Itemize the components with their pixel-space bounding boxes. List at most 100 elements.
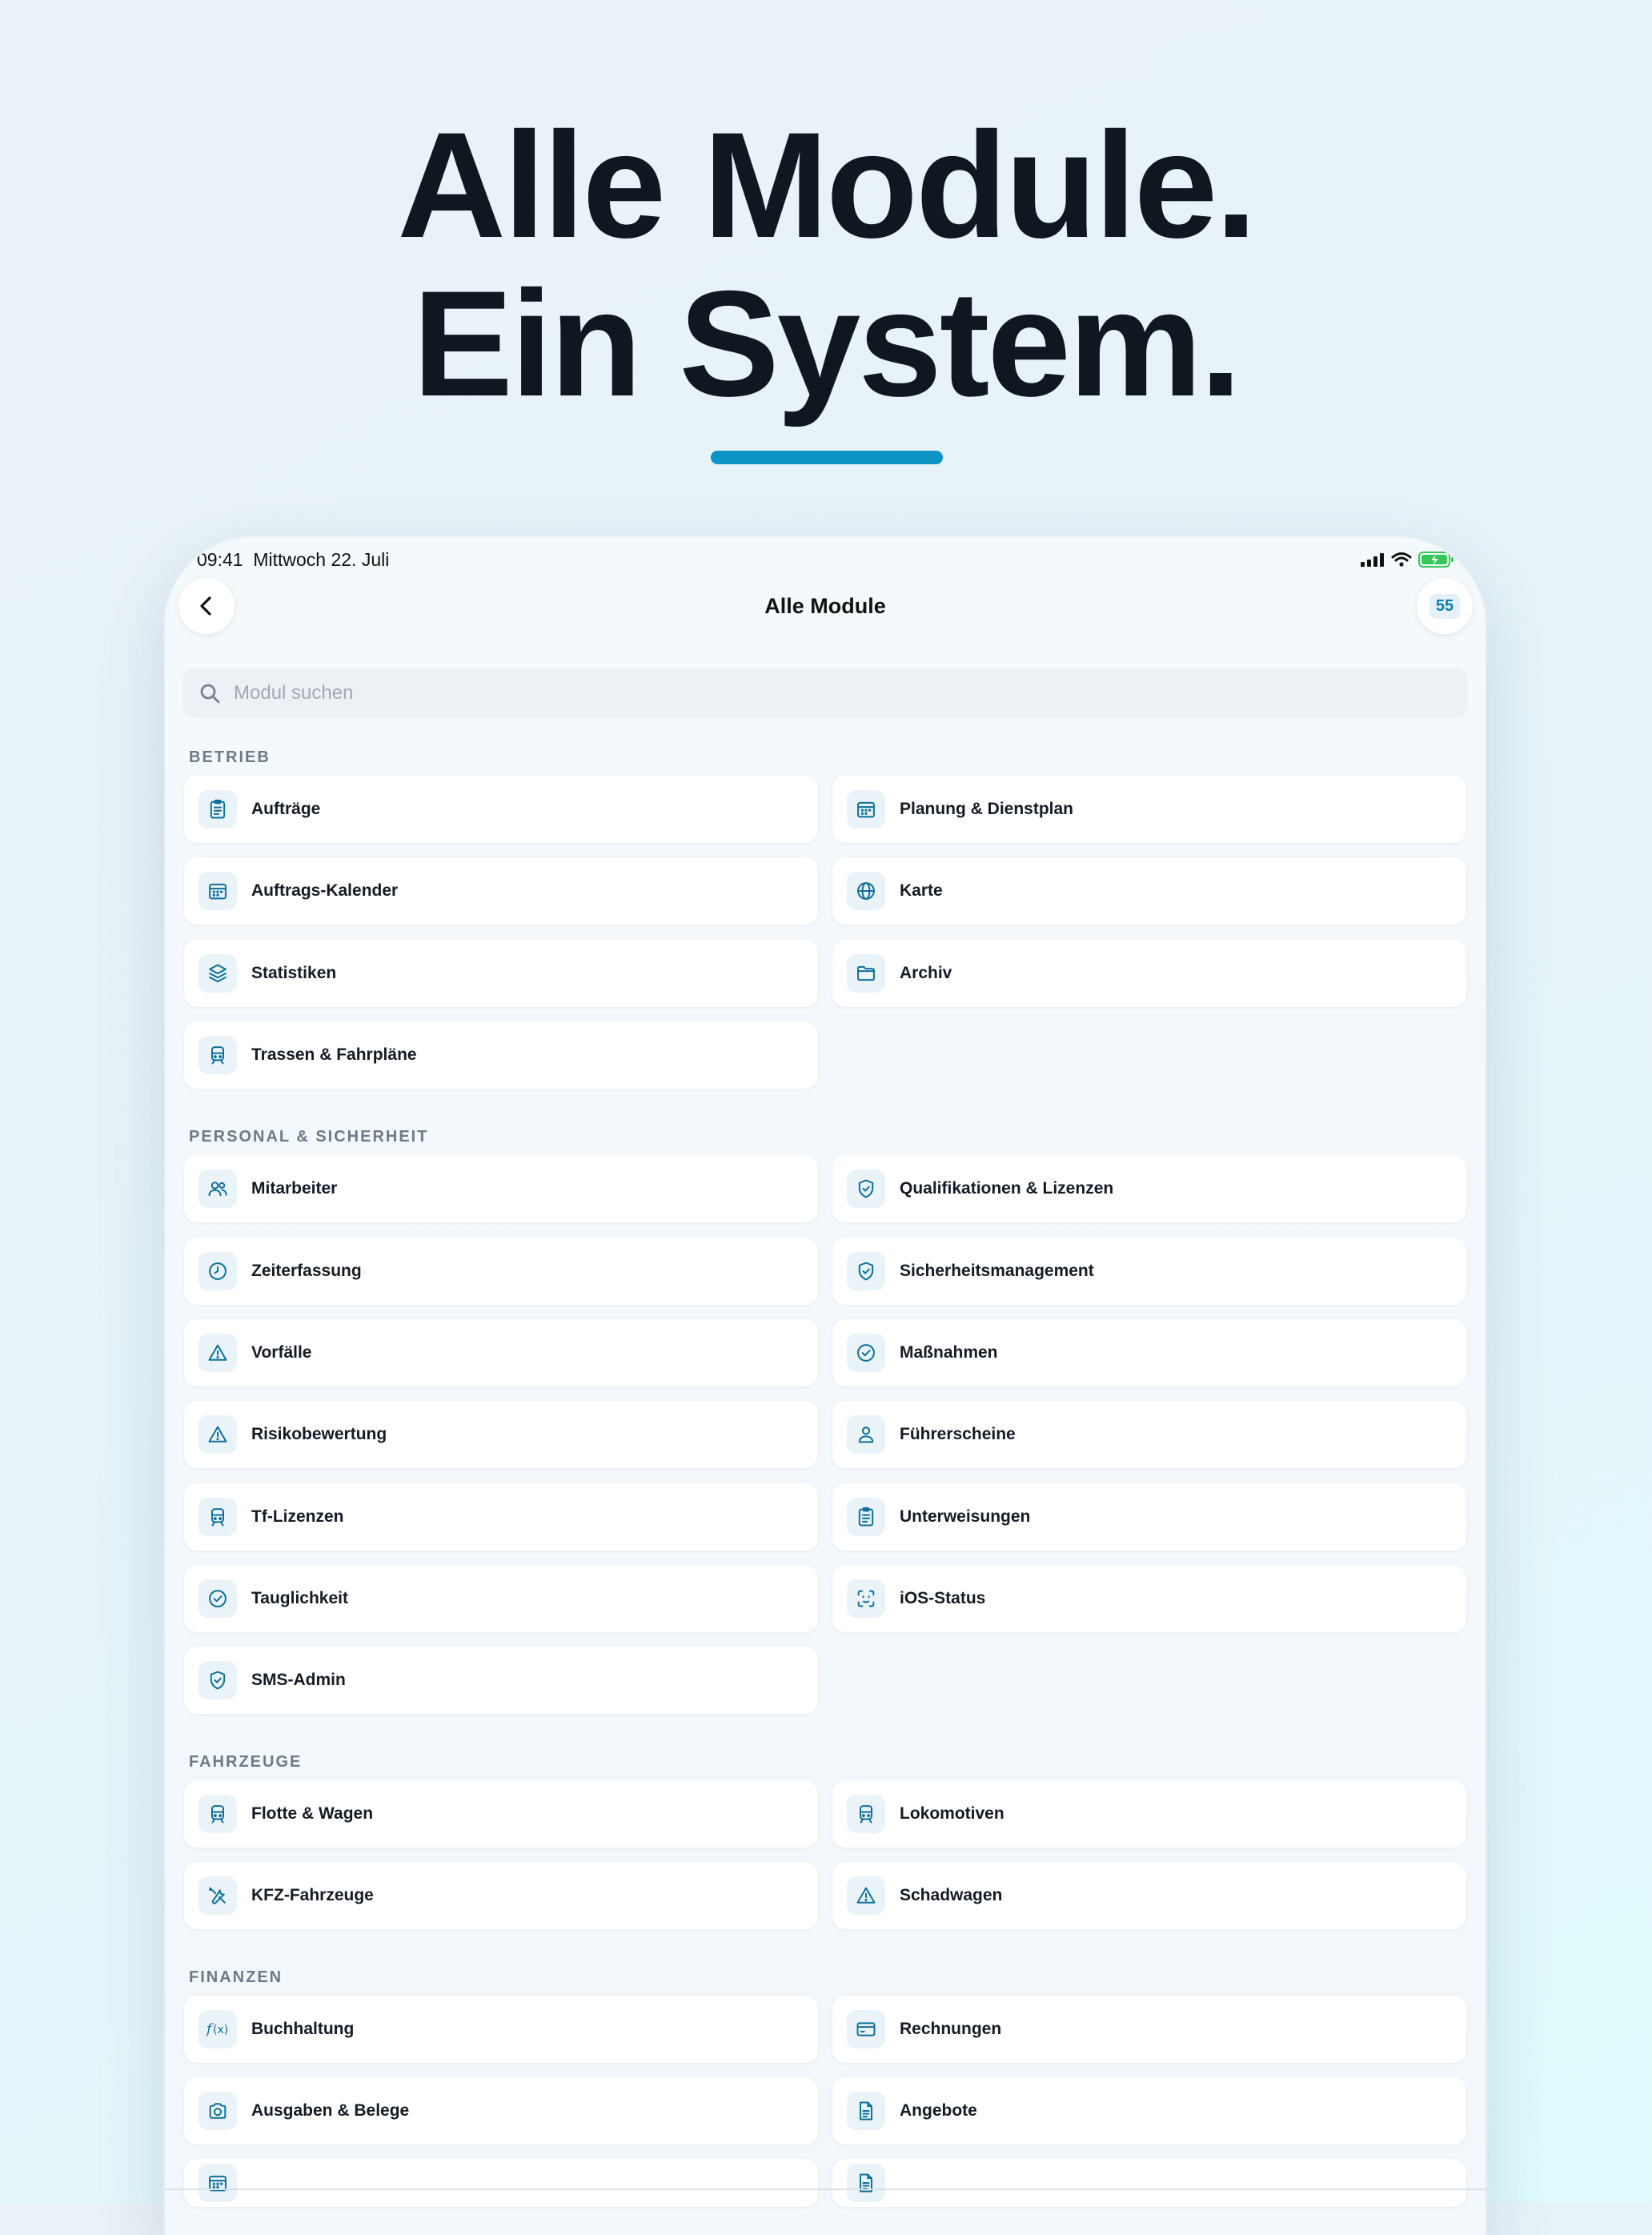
function-icon: f (x) — [198, 2010, 237, 2048]
module-card-tf-lizenzen[interactable]: Tf-Lizenzen — [184, 1483, 818, 1551]
module-card-massnahmen[interactable]: Maßnahmen — [832, 1319, 1466, 1386]
status-bar-time: 09:41 Mittwoch 22. Juli — [197, 549, 389, 571]
module-card-risikobewertung[interactable]: Risikobewertung — [184, 1401, 818, 1468]
module-label: Archiv — [900, 964, 952, 982]
train-icon — [198, 1795, 237, 1833]
module-card-partial[interactable] — [184, 2159, 818, 2207]
page-title: Alle Module — [764, 594, 886, 618]
calendar-icon — [198, 2164, 237, 2202]
toolbar-divider — [165, 2189, 1486, 2190]
module-card-statistiken[interactable]: Statistiken — [184, 940, 818, 1007]
clipboard-icon — [847, 1498, 885, 1536]
headline-line-2: Ein System. — [412, 259, 1242, 427]
tools-icon — [198, 1876, 237, 1915]
module-card-planung-dienstplan[interactable]: Planung & Dienstplan — [832, 776, 1466, 843]
users-icon — [198, 1170, 237, 1208]
module-card-sicherheitsmanagement[interactable]: Sicherheitsmanagement — [832, 1238, 1466, 1305]
module-card-mitarbeiter[interactable]: Mitarbeiter — [184, 1155, 818, 1222]
document-icon — [847, 2164, 885, 2202]
credit-card-icon — [847, 2010, 885, 2048]
headline: Alle Module. Ein System. — [0, 106, 1652, 423]
search-input[interactable] — [232, 680, 1436, 705]
module-card-auftrags-kalender[interactable]: Auftrags-Kalender — [184, 857, 818, 925]
module-label: Flotte & Wagen — [251, 1804, 374, 1823]
module-card-ios-status[interactable]: iOS-Status — [832, 1565, 1466, 1632]
module-label: Zeiterfassung — [251, 1262, 362, 1280]
calendar-icon — [847, 790, 885, 829]
module-label: Aufträge — [251, 800, 321, 818]
module-card-ausgaben-belege[interactable]: Ausgaben & Belege — [184, 2077, 818, 2145]
module-label: Vorfälle — [251, 1343, 312, 1362]
module-label: Auftrags-Kalender — [251, 881, 399, 900]
module-label: Karte — [900, 881, 943, 900]
section-title-personal-sicherheit: PERSONAL & SICHERHEIT — [189, 1128, 429, 1146]
status-icons — [1361, 551, 1455, 568]
tablet-device: 09:41 Mittwoch 22. Juli Alle Module 55 M… — [165, 538, 1486, 2235]
module-label: Rechnungen — [900, 2020, 1002, 2038]
cellular-signal-icon — [1361, 553, 1384, 567]
module-card-trassen-fahrplaene[interactable]: Trassen & Fahrpläne — [184, 1021, 818, 1089]
shield-check-icon — [847, 1170, 885, 1208]
section-title-finanzen: FINANZEN — [189, 1968, 283, 1986]
module-card-zeiterfassung[interactable]: Zeiterfassung — [184, 1238, 818, 1305]
module-card-tauglichkeit[interactable]: Tauglichkeit — [184, 1565, 818, 1632]
module-card-sms-admin[interactable]: SMS-Admin — [184, 1647, 818, 1714]
module-card-rechnungen[interactable]: Rechnungen — [832, 1996, 1466, 2063]
accent-underline — [711, 451, 943, 464]
folder-icon — [847, 954, 885, 993]
module-label: Tauglichkeit — [251, 1589, 348, 1607]
module-card-angebote[interactable]: Angebote — [832, 2077, 1466, 2145]
module-card-schadwagen[interactable]: Schadwagen — [832, 1862, 1466, 1929]
person-icon — [847, 1415, 885, 1454]
search-bar[interactable] — [182, 668, 1468, 718]
module-label: Unterweisungen — [900, 1507, 1031, 1526]
module-card-vorfaelle[interactable]: Vorfälle — [184, 1319, 818, 1386]
shield-check-icon — [198, 1661, 237, 1699]
module-label: Planung & Dienstplan — [900, 800, 1074, 818]
module-card-flotte-wagen[interactable]: Flotte & Wagen — [184, 1780, 818, 1848]
module-card-unterweisungen[interactable]: Unterweisungen — [832, 1483, 1466, 1551]
module-label: Maßnahmen — [900, 1343, 998, 1362]
module-label: Risikobewertung — [251, 1425, 387, 1443]
check-circle-icon — [198, 1579, 237, 1618]
module-label: SMS-Admin — [251, 1671, 346, 1689]
clock-icon — [198, 1252, 237, 1290]
search-icon — [200, 684, 220, 703]
module-label: Sicherheitsmanagement — [900, 1262, 1094, 1280]
headline-line-1: Alle Module. — [397, 101, 1257, 269]
svg-text:(x): (x) — [213, 2024, 228, 2036]
module-card-buchhaltung[interactable]: f (x) Buchhaltung — [184, 1996, 818, 2063]
module-card-auftraege[interactable]: Aufträge — [184, 776, 818, 843]
wifi-icon — [1391, 552, 1412, 567]
status-date: Mittwoch 22. Juli — [253, 549, 390, 570]
module-label: iOS-Status — [900, 1589, 986, 1607]
module-card-fuehrerscheine[interactable]: Führerscheine — [832, 1401, 1466, 1468]
module-label: Trassen & Fahrpläne — [251, 1045, 417, 1064]
module-label: Statistiken — [251, 964, 337, 982]
warning-icon — [198, 1334, 237, 1372]
face-scan-icon — [847, 1579, 885, 1618]
train-icon — [847, 1795, 885, 1833]
module-card-karte[interactable]: Karte — [832, 857, 1466, 925]
calendar-icon — [198, 872, 237, 910]
module-label: Mitarbeiter — [251, 1179, 338, 1198]
shield-check-icon — [847, 1252, 885, 1290]
train-icon — [198, 1036, 237, 1074]
module-label: Buchhaltung — [251, 2020, 355, 2038]
module-card-lokomotiven[interactable]: Lokomotiven — [832, 1780, 1466, 1848]
module-label: Schadwagen — [900, 1886, 1003, 1904]
document-icon — [847, 2092, 885, 2130]
app-screen: 09:41 Mittwoch 22. Juli Alle Module 55 M… — [165, 538, 1486, 2207]
module-card-partial[interactable] — [832, 2159, 1466, 2207]
clipboard-icon — [198, 790, 237, 829]
section-title-fahrzeuge: FAHRZEUGE — [189, 1753, 303, 1771]
module-label: Führerscheine — [900, 1425, 1016, 1443]
module-label: Angebote — [900, 2101, 977, 2120]
module-count-badge: 55 — [1417, 578, 1473, 634]
layers-icon — [198, 954, 237, 993]
warning-icon — [847, 1876, 885, 1915]
module-card-qualifikationen-lizenzen[interactable]: Qualifikationen & Lizenzen — [832, 1155, 1466, 1222]
module-card-kfz-fahrzeuge[interactable]: KFZ-Fahrzeuge — [184, 1862, 818, 1929]
module-label: Tf-Lizenzen — [251, 1507, 344, 1526]
module-card-archiv[interactable]: Archiv — [832, 940, 1466, 1007]
